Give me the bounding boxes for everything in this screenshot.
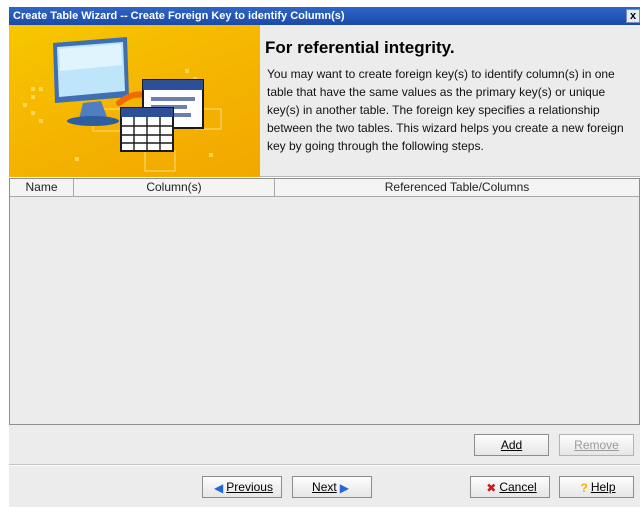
cancel-button[interactable]: ✖ Cancel xyxy=(470,476,550,498)
close-icon[interactable]: x xyxy=(626,9,640,23)
remove-button-label: Remove xyxy=(574,438,619,452)
add-button-label: Add xyxy=(500,438,523,452)
previous-button-label: Previous xyxy=(226,480,273,494)
add-button[interactable]: Add xyxy=(474,434,549,456)
arrow-left-icon: ◀ xyxy=(214,480,224,495)
previous-button[interactable]: ◀ Previous xyxy=(202,476,282,498)
next-button[interactable]: Next ▶ xyxy=(292,476,372,498)
help-button[interactable]: ? Help xyxy=(559,476,634,498)
column-header-name[interactable]: Name xyxy=(10,179,74,197)
help-question-icon: ? xyxy=(580,480,588,495)
banner-illustration xyxy=(9,25,260,177)
column-header-columns[interactable]: Column(s) xyxy=(74,179,275,197)
next-button-label: Next xyxy=(312,480,337,494)
column-header-referenced[interactable]: Referenced Table/Columns xyxy=(275,179,639,197)
computer-tables-illustration-icon xyxy=(23,37,222,172)
wizard-header: For referential integrity. You may want … xyxy=(9,25,640,177)
arrow-right-icon: ▶ xyxy=(339,480,349,495)
window-title: Create Table Wizard -- Create Foreign Ke… xyxy=(13,10,345,22)
page-heading: For referential integrity. xyxy=(265,38,455,57)
help-button-label: Help xyxy=(590,480,616,494)
window-titlebar: Create Table Wizard -- Create Foreign Ke… xyxy=(9,7,640,25)
cancel-button-label: Cancel xyxy=(499,480,537,494)
remove-button[interactable]: Remove xyxy=(559,434,634,456)
table-header: Name Column(s) Referenced Table/Columns xyxy=(10,179,639,197)
table-actions: Add Remove xyxy=(9,425,640,465)
wizard-navigation: ◀ Previous Next ▶ ✖ Cancel ? Help xyxy=(9,466,640,507)
page-description: You may want to create foreign key(s) to… xyxy=(267,67,624,153)
cancel-x-icon: ✖ xyxy=(486,480,497,495)
foreign-key-table[interactable]: Name Column(s) Referenced Table/Columns xyxy=(9,178,640,425)
